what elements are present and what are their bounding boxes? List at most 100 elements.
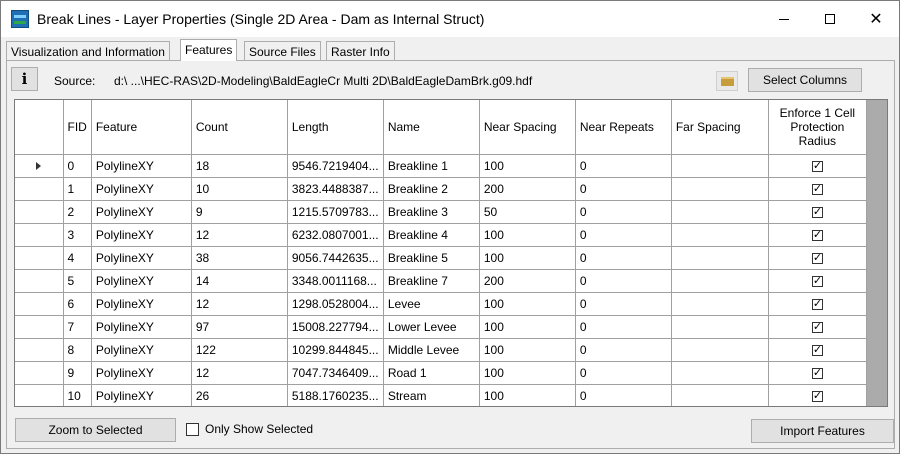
name-cell[interactable]: Breakline 3: [383, 200, 480, 224]
length-cell[interactable]: 1215.5709783...: [287, 200, 384, 224]
name-cell[interactable]: Breakline 5: [383, 246, 480, 270]
near-spacing-cell[interactable]: 200: [479, 177, 576, 201]
feature-cell[interactable]: PolylineXY: [91, 246, 192, 270]
checkbox-checked-icon[interactable]: [811, 297, 823, 310]
feature-cell[interactable]: PolylineXY: [91, 154, 192, 178]
fid-cell[interactable]: 0: [63, 154, 92, 178]
row-selector[interactable]: [15, 200, 64, 224]
count-cell[interactable]: 38: [191, 246, 288, 270]
checkbox-checked-icon[interactable]: [811, 366, 823, 379]
near-spacing-cell[interactable]: 100: [479, 315, 576, 339]
column-header-enforce-protection-radius[interactable]: Enforce 1 Cell Protection Radius: [768, 100, 867, 155]
name-cell[interactable]: Breakline 4: [383, 223, 480, 247]
length-cell[interactable]: 6232.0807001...: [287, 223, 384, 247]
checkbox-checked-icon[interactable]: [811, 159, 823, 172]
near-repeats-cell[interactable]: 0: [575, 177, 672, 201]
checkbox-checked-icon[interactable]: [811, 389, 823, 402]
length-cell[interactable]: 9546.7219404...: [287, 154, 384, 178]
near-spacing-cell[interactable]: 100: [479, 384, 576, 406]
fid-cell[interactable]: 1: [63, 177, 92, 201]
feature-cell[interactable]: PolylineXY: [91, 177, 192, 201]
enforce-protection-checkbox-cell[interactable]: [768, 246, 867, 270]
column-header-count[interactable]: Count: [191, 100, 288, 155]
row-selector[interactable]: [15, 292, 64, 316]
enforce-protection-checkbox-cell[interactable]: [768, 154, 867, 178]
fid-cell[interactable]: 8: [63, 338, 92, 362]
fid-cell[interactable]: 4: [63, 246, 92, 270]
count-cell[interactable]: 9: [191, 200, 288, 224]
row-selector[interactable]: [15, 269, 64, 293]
length-cell[interactable]: 3823.4488387...: [287, 177, 384, 201]
near-spacing-cell[interactable]: 100: [479, 223, 576, 247]
near-repeats-cell[interactable]: 0: [575, 338, 672, 362]
near-repeats-cell[interactable]: 0: [575, 154, 672, 178]
fid-cell[interactable]: 7: [63, 315, 92, 339]
column-header-length[interactable]: Length: [287, 100, 384, 155]
fid-cell[interactable]: 9: [63, 361, 92, 385]
near-repeats-cell[interactable]: 0: [575, 269, 672, 293]
near-repeats-cell[interactable]: 0: [575, 315, 672, 339]
row-header-corner[interactable]: [15, 100, 64, 155]
table-row[interactable]: 0 PolylineXY 18 9546.7219404... Breakline 11…: [15, 154, 867, 178]
table-row[interactable]: 3 PolylineXY 12 6232.0807001... Breakline 41…: [15, 223, 867, 247]
feature-cell[interactable]: PolylineXY: [91, 223, 192, 247]
only-show-selected-box[interactable]: [186, 422, 199, 436]
count-cell[interactable]: 26: [191, 384, 288, 406]
near-repeats-cell[interactable]: 0: [575, 246, 672, 270]
column-header-fid[interactable]: FID: [63, 100, 92, 155]
table-row[interactable]: 7 PolylineXY 97 15008.227794... Lower Levee 1…: [15, 315, 867, 339]
fid-cell[interactable]: 5: [63, 269, 92, 293]
near-spacing-cell[interactable]: 50: [479, 200, 576, 224]
far-spacing-cell[interactable]: [671, 200, 769, 224]
row-selector[interactable]: [15, 154, 64, 178]
near-spacing-cell[interactable]: 100: [479, 292, 576, 316]
length-cell[interactable]: 3348.0011168...: [287, 269, 384, 293]
table-row[interactable]: 10 PolylineXY 26 5188.1760235... Stream 100 0: [15, 384, 867, 406]
tab-visualization-and-information[interactable]: Visualization and Information: [6, 41, 170, 61]
fid-cell[interactable]: 3: [63, 223, 92, 247]
maximize-button[interactable]: [807, 1, 853, 37]
select-columns-button[interactable]: Select Columns: [748, 68, 862, 92]
feature-cell[interactable]: PolylineXY: [91, 384, 192, 406]
enforce-protection-checkbox-cell[interactable]: [768, 200, 867, 224]
close-button[interactable]: ✕: [853, 1, 899, 37]
length-cell[interactable]: 5188.1760235...: [287, 384, 384, 406]
table-row[interactable]: 2 PolylineXY 9 1215.5709783... Breakline 3 50…: [15, 200, 867, 224]
far-spacing-cell[interactable]: [671, 177, 769, 201]
table-row[interactable]: 1 PolylineXY 10 3823.4488387... Breakline 22…: [15, 177, 867, 201]
column-header-far-spacing[interactable]: Far Spacing: [671, 100, 769, 155]
zoom-to-selected-button[interactable]: Zoom to Selected: [15, 418, 176, 442]
far-spacing-cell[interactable]: [671, 246, 769, 270]
enforce-protection-checkbox-cell[interactable]: [768, 223, 867, 247]
name-cell[interactable]: Levee: [383, 292, 480, 316]
only-show-selected-checkbox[interactable]: Only Show Selected: [186, 422, 313, 436]
name-cell[interactable]: Breakline 7: [383, 269, 480, 293]
enforce-protection-checkbox-cell[interactable]: [768, 292, 867, 316]
count-cell[interactable]: 18: [191, 154, 288, 178]
near-spacing-cell[interactable]: 100: [479, 246, 576, 270]
column-header-near-repeats[interactable]: Near Repeats: [575, 100, 672, 155]
length-cell[interactable]: 15008.227794...: [287, 315, 384, 339]
near-spacing-cell[interactable]: 100: [479, 154, 576, 178]
fid-cell[interactable]: 2: [63, 200, 92, 224]
length-cell[interactable]: 7047.7346409...: [287, 361, 384, 385]
far-spacing-cell[interactable]: [671, 292, 769, 316]
near-repeats-cell[interactable]: 0: [575, 200, 672, 224]
column-header-name[interactable]: Name: [383, 100, 480, 155]
count-cell[interactable]: 12: [191, 361, 288, 385]
feature-cell[interactable]: PolylineXY: [91, 292, 192, 316]
far-spacing-cell[interactable]: [671, 269, 769, 293]
far-spacing-cell[interactable]: [671, 384, 769, 406]
checkbox-checked-icon[interactable]: [811, 251, 823, 264]
count-cell[interactable]: 14: [191, 269, 288, 293]
length-cell[interactable]: 10299.844845...: [287, 338, 384, 362]
near-spacing-cell[interactable]: 100: [479, 361, 576, 385]
name-cell[interactable]: Middle Levee: [383, 338, 480, 362]
far-spacing-cell[interactable]: [671, 315, 769, 339]
table-row[interactable]: 5 PolylineXY 14 3348.0011168... Breakline 72…: [15, 269, 867, 293]
near-repeats-cell[interactable]: 0: [575, 292, 672, 316]
length-cell[interactable]: 1298.0528004...: [287, 292, 384, 316]
fid-cell[interactable]: 6: [63, 292, 92, 316]
row-selector[interactable]: [15, 361, 64, 385]
minimize-button[interactable]: [761, 1, 807, 37]
